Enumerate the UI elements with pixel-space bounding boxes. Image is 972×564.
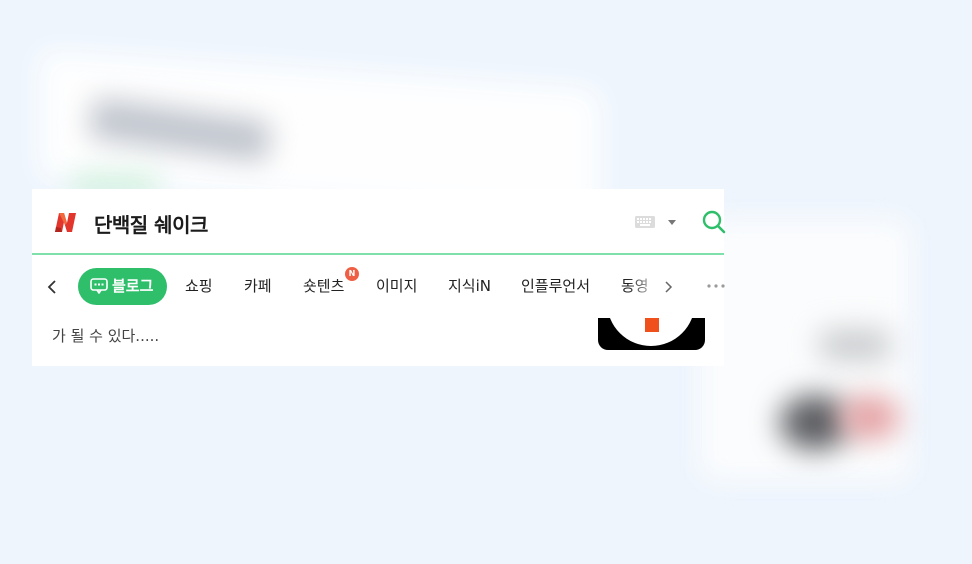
chevron-left-icon[interactable]	[44, 277, 60, 297]
keyboard-icon[interactable]	[634, 213, 682, 231]
blurred-background-shape-dark	[780, 395, 850, 450]
search-icon[interactable]	[702, 210, 726, 234]
naver-logo-icon[interactable]	[52, 208, 80, 236]
blog-icon	[90, 278, 108, 294]
blurred-background-shape-red	[840, 395, 900, 440]
search-query[interactable]: 단백질 쉐이크	[94, 209, 208, 238]
new-badge: N	[345, 267, 359, 281]
chevron-right-icon[interactable]	[662, 277, 676, 297]
search-card: 단백질 쉐이크 블로그 쇼핑 카페 숏텐츠 N 이미지 지식iN 인플루언서 가…	[32, 189, 726, 366]
caret-down-icon	[668, 220, 676, 225]
result-snippet[interactable]: 가 될 수 있다.....	[52, 325, 159, 346]
search-bar: 단백질 쉐이크	[32, 189, 726, 255]
blurred-background-shape	[820, 330, 890, 360]
tab-label: 블로그	[112, 277, 154, 295]
tab-shortents[interactable]: 숏텐츠	[303, 275, 344, 297]
tab-cafe[interactable]: 카페	[244, 275, 272, 297]
tab-knowledge-in[interactable]: 지식iN	[448, 275, 491, 297]
thumbnail-square	[645, 318, 659, 332]
result-thumbnail[interactable]	[598, 318, 705, 350]
tab-images[interactable]: 이미지	[376, 275, 417, 297]
more-dots-icon[interactable]	[706, 279, 728, 293]
search-tabs: 블로그 쇼핑 카페 숏텐츠 N 이미지 지식iN 인플루언서 동영	[32, 265, 725, 309]
tab-influencer[interactable]: 인플루언서	[521, 275, 590, 297]
tab-shopping[interactable]: 쇼핑	[185, 275, 213, 297]
tab-blog[interactable]: 블로그	[78, 268, 167, 305]
